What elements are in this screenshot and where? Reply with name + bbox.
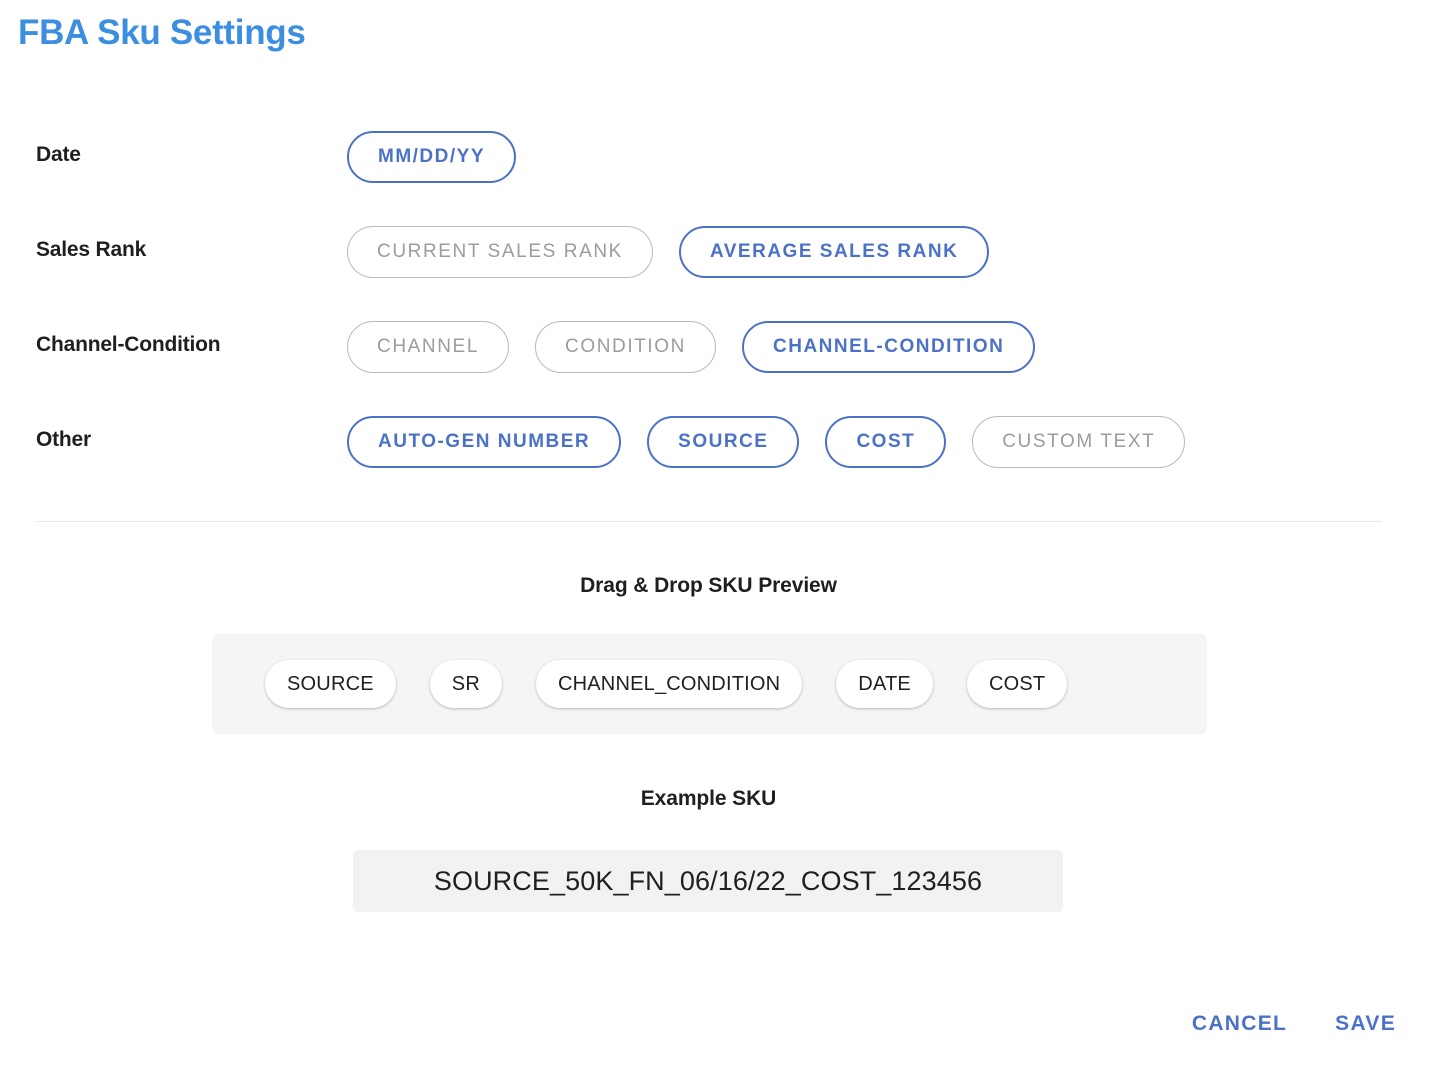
- sku-token-chip[interactable]: SR: [429, 660, 502, 708]
- example-sku-value: SOURCE_50K_FN_06/16/22_COST_123456: [433, 865, 983, 896]
- settings-row-label: Date: [36, 143, 81, 166]
- example-sku-heading: Example SKU: [640, 787, 777, 810]
- save-button[interactable]: SAVE: [1329, 1008, 1402, 1040]
- page-title: FBA Sku Settings: [18, 13, 306, 52]
- option-chip[interactable]: COST: [825, 416, 947, 468]
- fba-sku-settings-dialog: FBA Sku Settings Date MM/DD/YY Sales Rank C…: [0, 0, 1442, 1070]
- settings-row: Date MM/DD/YY: [0, 126, 1442, 221]
- option-chip[interactable]: AUTO-GEN NUMBER: [347, 416, 622, 468]
- drag-drop-preview-heading: Drag & Drop SKU Preview: [580, 574, 837, 597]
- settings-row-chips: MM/DD/YY: [347, 131, 516, 183]
- settings-row: Other AUTO-GEN NUMBER SOURCE COST CUSTOM TEX…: [0, 411, 1442, 506]
- settings-rows: Date MM/DD/YY Sales Rank CURRENT SALES RANK…: [0, 126, 1442, 506]
- sku-token-chip[interactable]: COST: [966, 660, 1068, 708]
- sku-token-chip[interactable]: CHANNEL_CONDITION: [535, 660, 803, 708]
- option-chip[interactable]: SOURCE: [647, 416, 800, 468]
- sku-token-chip[interactable]: SOURCE: [265, 660, 396, 708]
- sku-token-chip[interactable]: DATE: [836, 660, 933, 708]
- dialog-actions: CANCEL SAVE: [1186, 1008, 1402, 1040]
- settings-row: Channel-Condition CHANNEL CONDITION CHANNEL…: [0, 316, 1442, 411]
- example-sku-box: SOURCE_50K_FN_06/16/22_COST_123456: [353, 850, 1063, 912]
- settings-row-label: Channel-Condition: [36, 333, 221, 356]
- drag-drop-zone[interactable]: SOURCE SR CHANNEL_CONDITION DATE COST: [212, 634, 1207, 734]
- settings-row-chips: CURRENT SALES RANK AVERAGE SALES RANK: [347, 226, 990, 278]
- settings-row-label: Sales Rank: [36, 238, 147, 261]
- settings-row-label: Other: [36, 428, 92, 451]
- option-chip[interactable]: CHANNEL: [347, 321, 509, 373]
- cancel-button[interactable]: CANCEL: [1186, 1008, 1293, 1040]
- option-chip[interactable]: CURRENT SALES RANK: [347, 226, 653, 278]
- settings-row: Sales Rank CURRENT SALES RANK AVERAGE SALE…: [0, 221, 1442, 316]
- option-chip[interactable]: CONDITION: [535, 321, 717, 373]
- option-chip[interactable]: CUSTOM TEXT: [972, 416, 1186, 468]
- option-chip[interactable]: AVERAGE SALES RANK: [678, 226, 990, 278]
- section-divider: [36, 521, 1382, 522]
- settings-row-chips: CHANNEL CONDITION CHANNEL-CONDITION: [347, 321, 1036, 373]
- option-chip[interactable]: CHANNEL-CONDITION: [742, 321, 1036, 373]
- settings-row-chips: AUTO-GEN NUMBER SOURCE COST CUSTOM TEXT: [347, 416, 1186, 468]
- option-chip[interactable]: MM/DD/YY: [347, 131, 516, 183]
